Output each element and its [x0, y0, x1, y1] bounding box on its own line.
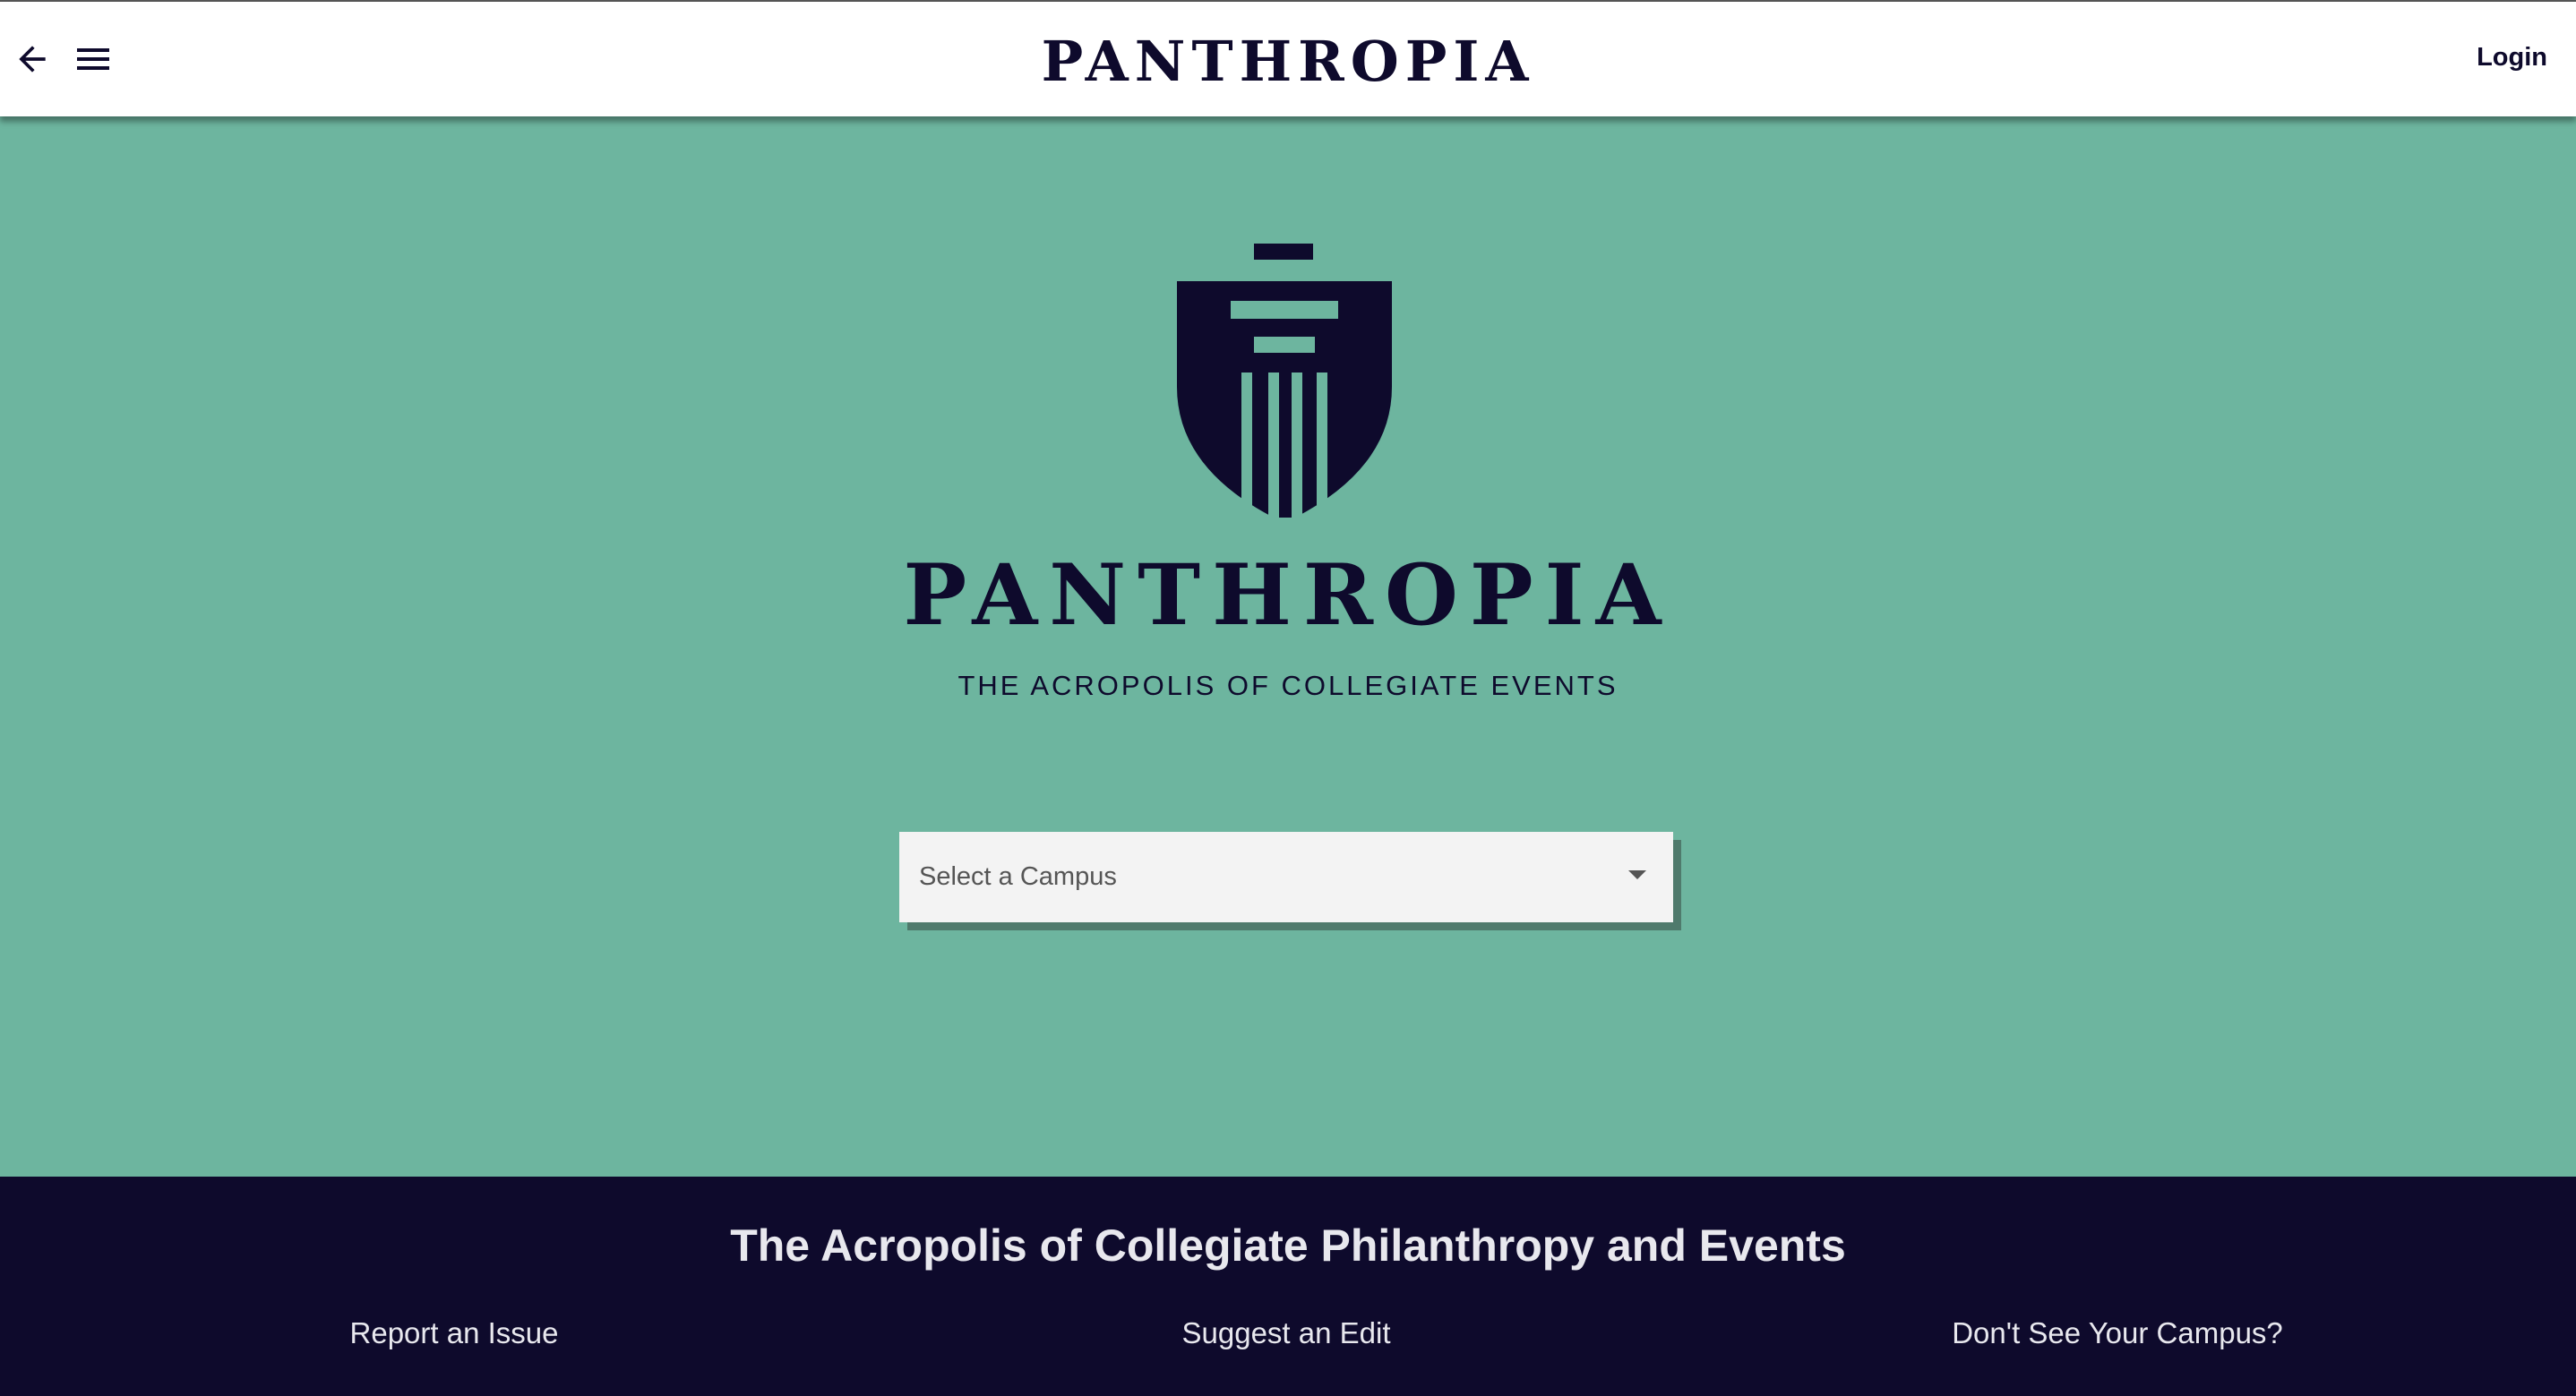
top-app-bar: PANTHROPIA Login [0, 0, 2576, 116]
missing-campus-link[interactable]: Don't See Your Campus? [1952, 1316, 2283, 1350]
caret-down-icon [1628, 870, 1646, 879]
suggest-edit-link[interactable]: Suggest an Edit [1182, 1316, 1391, 1350]
app-title[interactable]: PANTHROPIA [0, 29, 2576, 94]
column-shield-logo [1177, 244, 1392, 518]
campus-select-placeholder: Select a Campus [919, 862, 1117, 891]
login-button[interactable]: Login [2477, 43, 2547, 73]
campus-select[interactable]: Select a Campus [899, 832, 1673, 922]
footer: The Acropolis of Collegiate Philanthropy… [0, 1177, 2576, 1396]
tagline: THE ACROPOLIS OF COLLEGIATE EVENTS [957, 670, 1619, 701]
logo-wordmark: PANTHROPIA [903, 546, 1673, 645]
report-issue-link[interactable]: Report an Issue [350, 1316, 559, 1350]
footer-title: The Acropolis of Collegiate Philanthropy… [730, 1220, 1846, 1271]
